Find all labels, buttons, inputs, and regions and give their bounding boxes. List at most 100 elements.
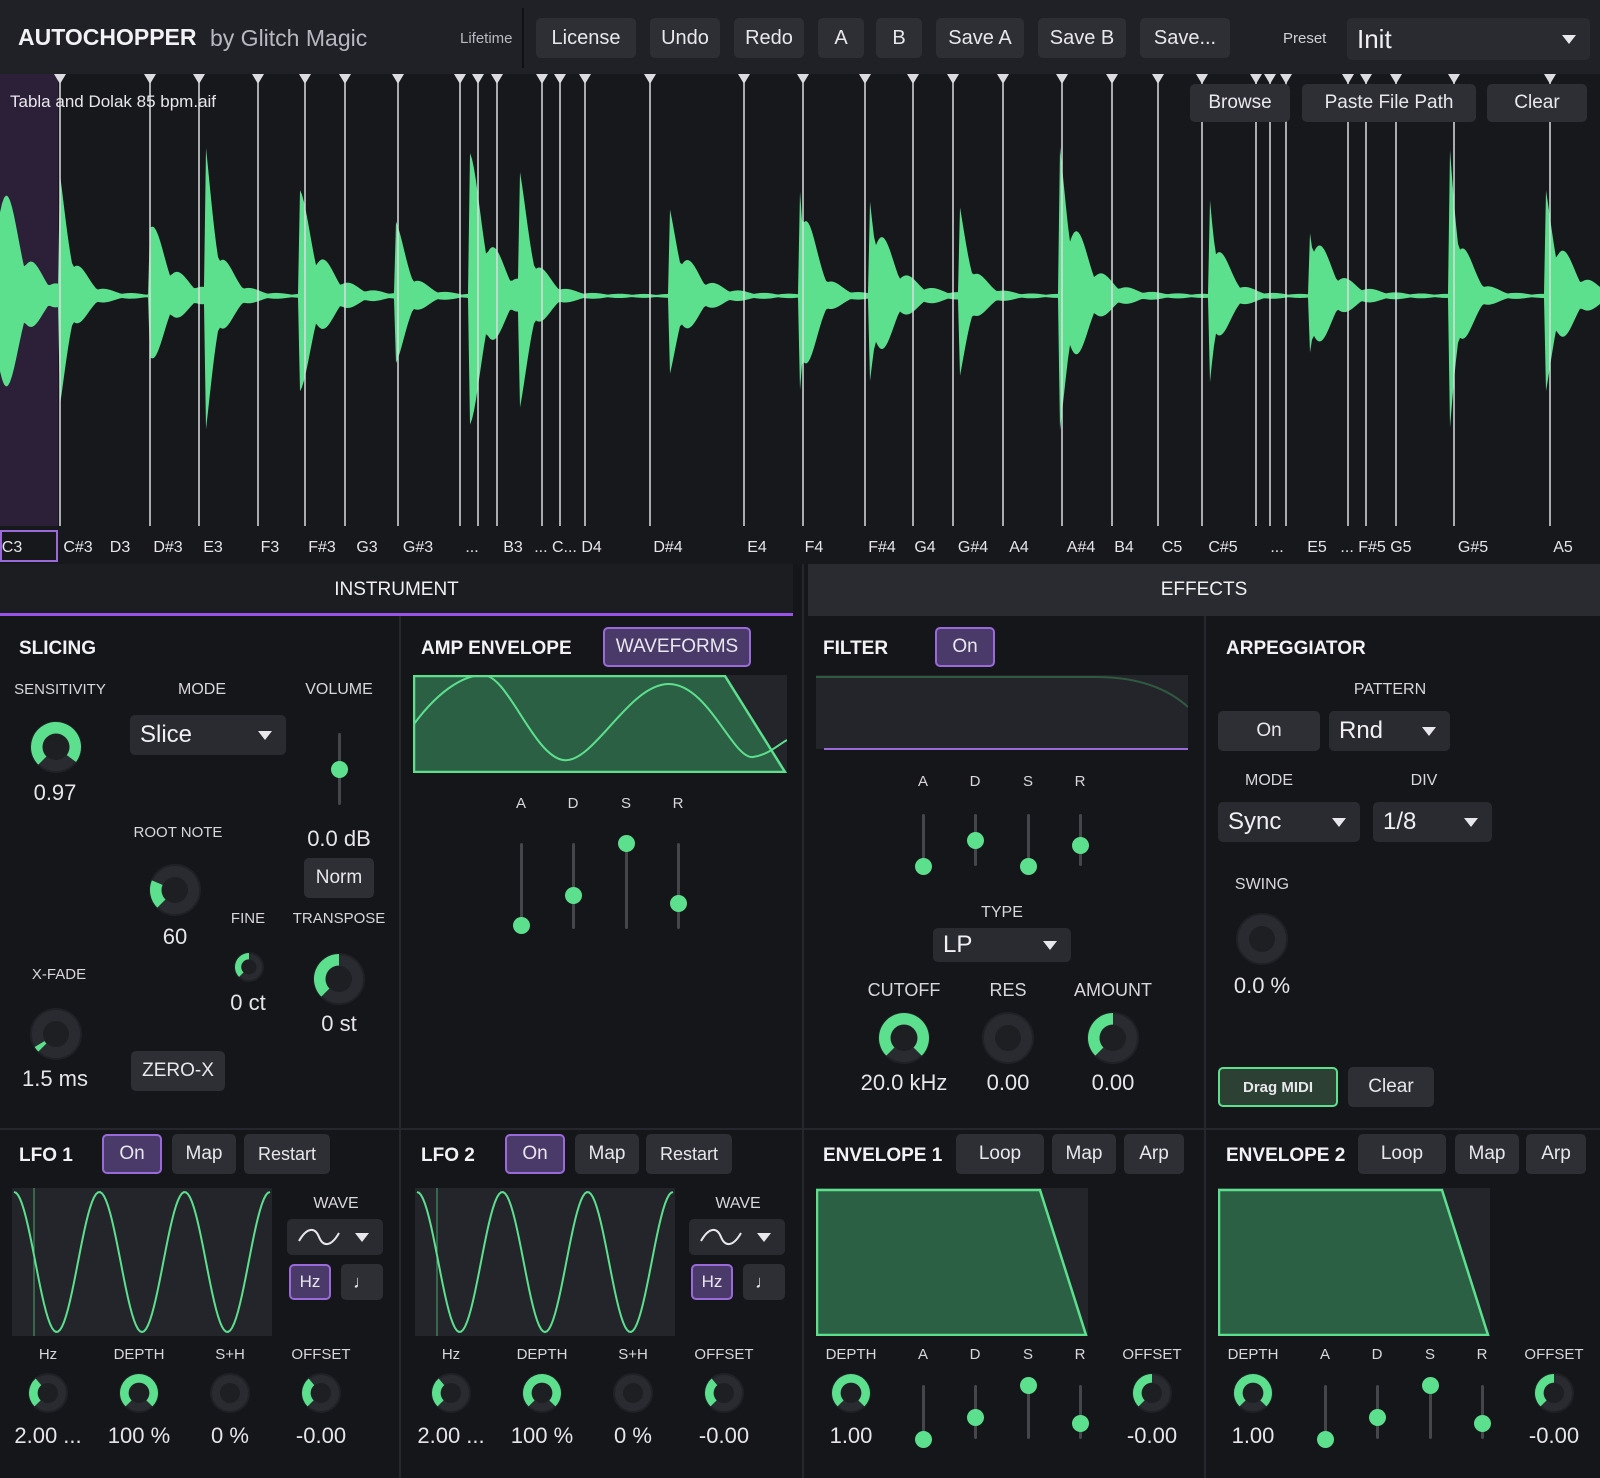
slice-marker-handle[interactable] — [1056, 74, 1068, 84]
slice-marker-handle[interactable] — [144, 74, 156, 84]
slice-marker-handle[interactable] — [738, 74, 750, 84]
slice-marker-handle[interactable] — [644, 74, 656, 84]
slice-note-label[interactable]: D#3 — [153, 539, 182, 556]
redo-button[interactable]: Redo — [734, 18, 804, 58]
slice-marker-handle[interactable] — [536, 74, 548, 84]
filter-s-slider-handle[interactable] — [1020, 858, 1037, 875]
envelope2-depth-knob[interactable] — [1233, 1373, 1273, 1413]
preset-b-button[interactable]: B — [876, 18, 922, 58]
lfo1-note-sync-icon[interactable]: ♩ — [341, 1264, 383, 1300]
slice-note-label[interactable]: B3 — [503, 539, 523, 556]
envelope1-map-button[interactable]: Map — [1052, 1134, 1116, 1174]
swing-knob[interactable] — [1236, 913, 1288, 965]
slice-note-label[interactable]: F#3 — [308, 539, 336, 556]
waveform-display[interactable]: C3 C#3 D3 D#3 E3 F3 F#3 G3 G#3... B3 ... C... D4 D#… — [0, 74, 1600, 564]
clear-file-button[interactable]: Clear — [1487, 84, 1587, 122]
envelope2-arp-button[interactable]: Arp — [1526, 1134, 1586, 1174]
lfo1-sh-knob[interactable] — [210, 1373, 250, 1413]
lfo1-waveform-graph[interactable] — [12, 1188, 272, 1336]
slice-note-label[interactable]: A#4 — [1067, 539, 1096, 556]
save-b-button[interactable]: Save B — [1038, 18, 1126, 58]
sensitivity-knob[interactable] — [30, 721, 82, 773]
slice-marker-handle[interactable] — [299, 74, 311, 84]
slice-note-label[interactable]: D3 — [110, 539, 131, 556]
lfo1-map-button[interactable]: Map — [172, 1134, 236, 1174]
envelope1-a-slider-handle[interactable] — [915, 1431, 932, 1448]
lfo1-rate-knob[interactable] — [28, 1373, 68, 1413]
envelope2-map-button[interactable]: Map — [1455, 1134, 1519, 1174]
envelope1-loop-button[interactable]: Loop — [956, 1134, 1044, 1174]
slice-note-label[interactable]: ... C... D4 — [534, 539, 602, 556]
lfo2-hz-toggle[interactable]: Hz — [691, 1264, 733, 1300]
amp-envelope-graph[interactable] — [413, 675, 787, 773]
slice-note-label[interactable]: C5 — [1162, 539, 1183, 556]
slice-marker-handle[interactable] — [1390, 74, 1402, 84]
envelope2-offset-knob[interactable] — [1534, 1373, 1574, 1413]
slice-note-label[interactable]: G#5 — [1458, 539, 1488, 556]
lfo2-wave-dropdown[interactable] — [689, 1219, 785, 1255]
save-a-button[interactable]: Save A — [936, 18, 1024, 58]
slice-marker-handle[interactable] — [1280, 74, 1292, 84]
transpose-knob[interactable] — [313, 953, 365, 1005]
paste-file-path-button[interactable]: Paste File Path — [1302, 84, 1476, 122]
preset-dropdown[interactable]: Init — [1347, 18, 1590, 60]
envelope1-arp-button[interactable]: Arp — [1124, 1134, 1184, 1174]
slice-marker-handle[interactable] — [252, 74, 264, 84]
preset-a-button[interactable]: A — [818, 18, 864, 58]
lfo2-restart-button[interactable]: Restart — [646, 1134, 732, 1174]
slice-note-label[interactable]: E5 — [1307, 539, 1327, 556]
envelope1-r-slider-handle[interactable] — [1072, 1414, 1089, 1432]
lfo2-depth-knob[interactable] — [522, 1373, 562, 1413]
lfo2-sh-knob[interactable] — [613, 1373, 653, 1413]
slice-marker-handle[interactable] — [392, 74, 404, 84]
lfo1-on-toggle[interactable]: On — [102, 1134, 162, 1174]
save-as-button[interactable]: Save... — [1140, 18, 1230, 58]
slice-note-label[interactable]: F#4 — [868, 539, 896, 556]
waveform-panel[interactable]: C3 C#3 D3 D#3 E3 F3 F#3 G3 G#3... B3 ... C... D4 D#… — [0, 74, 1600, 564]
envelope1-depth-knob[interactable] — [831, 1373, 871, 1413]
slice-note-label[interactable]: G#4 — [958, 539, 988, 556]
envelope1-offset-knob[interactable] — [1132, 1373, 1172, 1413]
slice-note-label[interactable]: A5 — [1553, 539, 1573, 556]
arp-div-dropdown[interactable]: 1/8 — [1373, 802, 1492, 842]
slice-note-label[interactable]: E3 — [203, 539, 223, 556]
lfo2-map-button[interactable]: Map — [575, 1134, 639, 1174]
slice-marker-handle[interactable] — [797, 74, 809, 84]
lfo1-depth-knob[interactable] — [119, 1373, 159, 1413]
fine-knob[interactable] — [234, 952, 264, 982]
xfade-knob[interactable] — [30, 1008, 82, 1060]
envelope2-d-slider-handle[interactable] — [1369, 1409, 1386, 1427]
slice-marker-handle[interactable] — [454, 74, 466, 84]
slice-note-label[interactable]: C#3 — [63, 539, 92, 556]
waveforms-button[interactable]: WAVEFORMS — [603, 627, 751, 667]
slice-marker-handle[interactable] — [1106, 74, 1118, 84]
envelope1-d-slider-handle[interactable] — [967, 1409, 984, 1427]
slice-note-label[interactable]: E4 — [747, 539, 767, 556]
envelope1-graph[interactable] — [816, 1188, 1088, 1336]
license-button[interactable]: License — [536, 18, 636, 58]
slice-note-label[interactable]: ... — [465, 539, 478, 556]
slice-note-label[interactable]: A4 — [1009, 539, 1029, 556]
slice-marker-handle[interactable] — [1196, 74, 1208, 84]
slice-marker-handle[interactable] — [579, 74, 591, 84]
filter-a-slider-handle[interactable] — [915, 858, 932, 875]
slice-marker-handle[interactable] — [1264, 74, 1276, 84]
envelope2-r-slider-handle[interactable] — [1474, 1414, 1491, 1432]
slice-marker-handle[interactable] — [491, 74, 503, 84]
arp-pattern-dropdown[interactable]: Rnd — [1329, 711, 1450, 751]
filter-r-slider-handle[interactable] — [1072, 837, 1089, 855]
slice-note-label[interactable]: D#4 — [653, 539, 682, 556]
lfo1-wave-dropdown[interactable] — [287, 1219, 383, 1255]
amount-knob[interactable] — [1087, 1012, 1139, 1064]
lfo1-restart-button[interactable]: Restart — [244, 1134, 330, 1174]
lfo1-hz-toggle[interactable]: Hz — [289, 1264, 331, 1300]
filter-d-slider-handle[interactable] — [967, 832, 984, 849]
slice-marker-handle[interactable] — [1250, 74, 1262, 84]
envelope2-graph[interactable] — [1218, 1188, 1490, 1336]
slice-note-label[interactable]: C#5 — [1208, 539, 1237, 556]
slice-marker-handle[interactable] — [1342, 74, 1354, 84]
slice-note-label[interactable]: C3 — [2, 539, 23, 556]
slice-marker-handle[interactable] — [859, 74, 871, 84]
lfo2-offset-knob[interactable] — [704, 1373, 744, 1413]
amp-a-slider-handle[interactable] — [513, 916, 530, 934]
